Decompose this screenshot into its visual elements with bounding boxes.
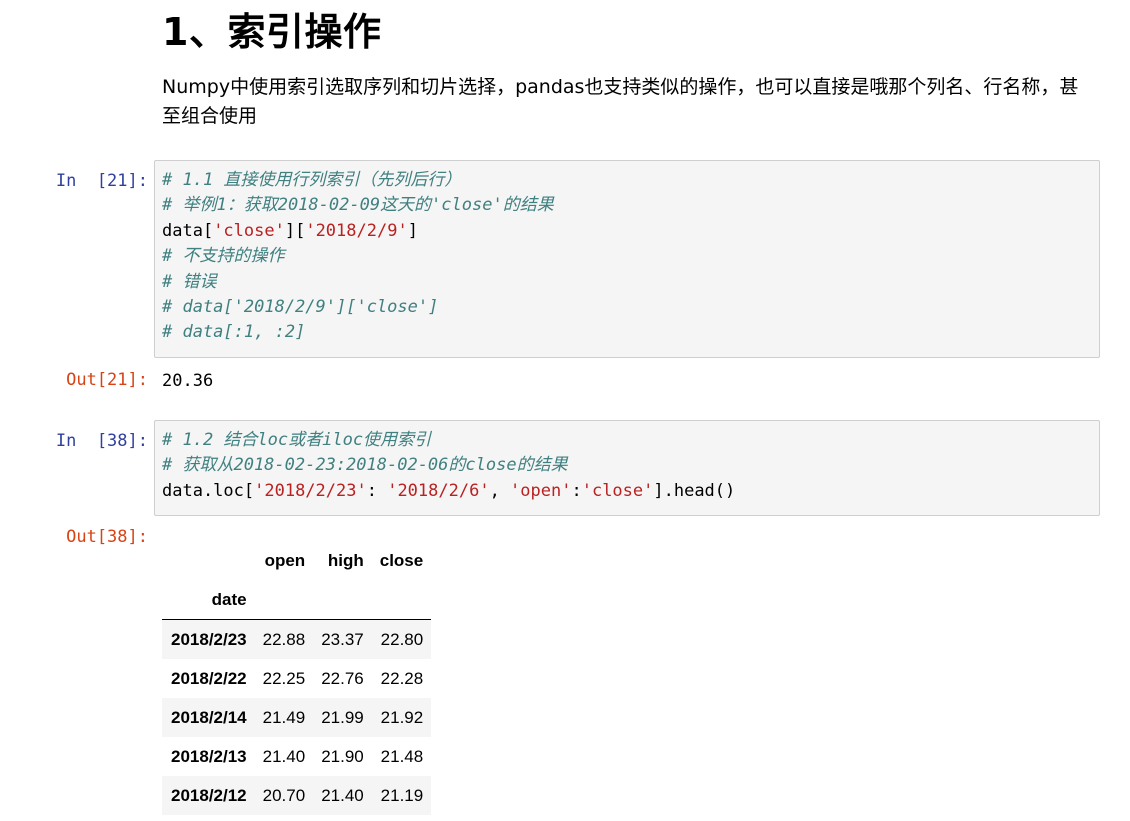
table-cell: 22.76 bbox=[321, 668, 364, 688]
section-heading: 1、索引操作 bbox=[162, 10, 382, 54]
code-comment: # 1.2 结合loc或者iloc使用索引 bbox=[162, 430, 432, 450]
code-text: : bbox=[571, 480, 582, 501]
code-string: '2018/2/6' bbox=[387, 480, 490, 501]
code-comment: # data['2018/2/9']['close'] bbox=[162, 296, 439, 317]
table-cell: 22.28 bbox=[380, 668, 424, 688]
code-comment: # 不支持的操作 bbox=[162, 246, 285, 267]
table-row: 2018/2/22 22.25 22.76 22.28 bbox=[162, 659, 431, 698]
code-line: data.loc['2018/2/23': '2018/2/6', 'open'… bbox=[162, 479, 1099, 504]
code-string: 'close' bbox=[581, 480, 654, 501]
code-text: ][ bbox=[284, 220, 306, 241]
code-comment: # data[:1, :2] bbox=[162, 322, 306, 343]
table-cell: 21.49 bbox=[262, 707, 306, 727]
column-header-row: open high close bbox=[162, 541, 431, 580]
row-index-label: 2018/2/12 bbox=[171, 785, 247, 805]
dataframe-table: open high close date 2018/2/23 22.88 23.37… bbox=[162, 541, 432, 815]
code-string: 'close' bbox=[213, 220, 285, 241]
code-line: # 1.1 直接使用行列索引（先列后行） bbox=[162, 168, 1099, 193]
table-row: 2018/2/23 22.88 23.37 22.80 bbox=[162, 619, 432, 659]
out-prompt-21: Out[21]: bbox=[66, 370, 148, 390]
code-comment: # 举例1：获取2018-02-09这天的'close'的结果 bbox=[162, 195, 554, 216]
table-cell: 20.70 bbox=[262, 785, 306, 805]
in-prompt-21: In [21]: bbox=[55, 171, 148, 191]
row-index-label: 2018/2/22 bbox=[171, 668, 247, 688]
table-row: 2018/2/12 20.70 21.40 21.19 bbox=[162, 776, 432, 815]
code-line: # data['2018/2/9']['close'] bbox=[162, 295, 1099, 320]
code-text: ].head() bbox=[653, 480, 736, 501]
index-name-row: date bbox=[162, 580, 432, 620]
table-cell: 22.88 bbox=[262, 629, 306, 649]
code-string: '2018/2/23' bbox=[254, 480, 367, 501]
code-text: data[ bbox=[162, 220, 214, 241]
code-comment: # 1.1 直接使用行列索引（先列后行） bbox=[162, 170, 462, 190]
table-row: 2018/2/14 21.49 21.99 21.92 bbox=[162, 698, 432, 737]
code-line: # data[:1, :2] bbox=[162, 320, 1099, 345]
code-editor[interactable]: # 1.1 直接使用行列索引（先列后行） # 举例1：获取2018-02-09这天… bbox=[162, 168, 1099, 346]
code-text: , bbox=[489, 480, 511, 501]
code-line: # 获取从2018-02-23:2018-02-06的close的结果 bbox=[162, 453, 1099, 478]
table-cell: 21.99 bbox=[321, 707, 364, 727]
column-header: open bbox=[264, 550, 306, 570]
row-index-label: 2018/2/14 bbox=[171, 707, 247, 727]
table-cell: 23.37 bbox=[321, 629, 364, 649]
code-string: '2018/2/9' bbox=[305, 220, 408, 241]
code-cell-38[interactable]: # 1.2 结合loc或者iloc使用索引 # 获取从2018-02-23:201… bbox=[154, 420, 1100, 516]
code-line: data['close']['2018/2/9'] bbox=[162, 219, 1099, 244]
table-cell: 22.80 bbox=[380, 629, 424, 649]
code-line: # 错误 bbox=[162, 270, 1099, 295]
out-prompt-38: Out[38]: bbox=[66, 527, 148, 547]
index-name: date bbox=[162, 580, 255, 620]
row-index-label: 2018/2/23 bbox=[171, 629, 247, 649]
code-line: # 举例1：获取2018-02-09这天的'close'的结果 bbox=[162, 193, 1099, 218]
code-cell-21[interactable]: # 1.1 直接使用行列索引（先列后行） # 举例1：获取2018-02-09这天… bbox=[154, 160, 1100, 358]
code-comment: # 获取从2018-02-23:2018-02-06的close的结果 bbox=[162, 455, 568, 476]
notebook-page: 1、索引操作 Numpy中使用索引选取序列和切片选择，pandas也支持类似的操… bbox=[0, 0, 1130, 821]
blank-header-cell bbox=[162, 541, 255, 580]
column-header: high bbox=[327, 550, 364, 570]
cell-output-text: 20.36 bbox=[162, 371, 214, 391]
code-text: data.loc[ bbox=[162, 480, 255, 501]
code-editor[interactable]: # 1.2 结合loc或者iloc使用索引 # 获取从2018-02-23:201… bbox=[162, 428, 1099, 504]
code-string: 'open' bbox=[510, 480, 572, 501]
table-cell: 21.40 bbox=[321, 785, 364, 805]
markdown-paragraph: Numpy中使用索引选取序列和切片选择，pandas也支持类似的操作，也可以直接… bbox=[162, 76, 1079, 127]
code-line: # 1.2 结合loc或者iloc使用索引 bbox=[162, 428, 1099, 453]
code-text: ] bbox=[407, 220, 418, 241]
table-cell: 21.48 bbox=[380, 746, 424, 766]
code-comment: # 错误 bbox=[162, 271, 217, 292]
code-line: # 不支持的操作 bbox=[162, 244, 1099, 269]
in-prompt-38: In [38]: bbox=[55, 431, 148, 451]
row-index-label: 2018/2/13 bbox=[171, 746, 247, 766]
table-cell: 21.92 bbox=[380, 707, 424, 727]
table-row: 2018/2/13 21.40 21.90 21.48 bbox=[162, 737, 431, 776]
table-cell: 22.25 bbox=[262, 668, 306, 688]
table-cell: 21.90 bbox=[321, 746, 364, 766]
column-header: close bbox=[379, 550, 424, 570]
table-cell: 21.19 bbox=[380, 785, 424, 805]
code-text: : bbox=[366, 480, 388, 501]
table-cell: 21.40 bbox=[262, 746, 306, 766]
